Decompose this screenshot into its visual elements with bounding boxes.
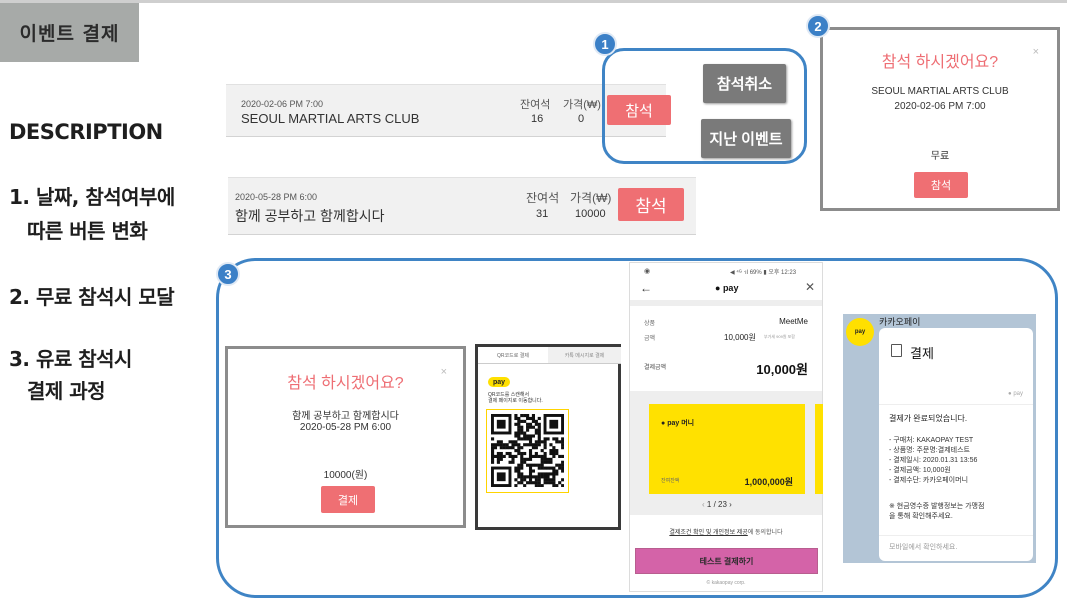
modal-event-name: SEOUL MARTIAL ARTS CLUB xyxy=(871,86,1009,97)
sender-name: 카카오페이 xyxy=(879,317,921,327)
price-value: 0 xyxy=(578,113,585,125)
top-divider xyxy=(0,0,1067,3)
payment-details: - 구매처: KAKAOPAY TEST - 상품명: 주문명:결제테스트 - … xyxy=(889,436,977,486)
terms-agreement: 결제조건 확인 및 개인정보 제공에 동의합니다 xyxy=(630,527,822,536)
seats-header: 잔여석 xyxy=(520,99,551,111)
event-name: 함께 공부하고 함께합시다 xyxy=(235,208,385,224)
desc-item-3b: 결제 과정 xyxy=(27,379,106,403)
test-pay-button[interactable]: 테스트 결제하기 xyxy=(635,548,818,574)
phone-footer: © kakaopay corp. xyxy=(706,580,746,586)
avatar-text: pay xyxy=(854,329,866,335)
step-badge-3: 3 xyxy=(216,262,240,286)
label-amount: 금액 xyxy=(644,336,656,342)
amount-value: 10,000원 xyxy=(724,333,756,342)
event-row-1: 2020-02-06 PM 7:00 SEOUL MARTIAL ARTS CL… xyxy=(226,84,666,137)
free-attend-modal: 참석 하시겠어요? × SEOUL MARTIAL ARTS CLUB 2020… xyxy=(820,27,1060,211)
product-value: MeetMe xyxy=(779,317,808,326)
label-product: 상품 xyxy=(644,321,656,327)
page-title: 이벤트 결제 xyxy=(19,23,120,45)
modal-pay-button[interactable]: 결제 xyxy=(321,486,375,513)
next-card-peek[interactable] xyxy=(815,404,823,494)
receipt-notice: ※ 현금영수증 발행정보는 가맹점 을 통해 확인해주세요. xyxy=(889,503,985,520)
paid-attend-modal: 참석 하시겠어요? × 함께 공부하고 함께합시다 2020-05-28 PM … xyxy=(225,346,466,528)
step-badge-2: 2 xyxy=(806,14,830,38)
detail-line: - 결제수단: 카카오페이머니 xyxy=(889,477,969,484)
kakaopay-qr-panel: QR코드로 결제 카톡 메시지로 결제 pay QR코드를 스캔해서 결제 페이… xyxy=(475,344,621,530)
mobile-check-link[interactable]: 모바일에서 확인하세요. xyxy=(889,542,957,552)
terms-suffix: 에 동의합니다 xyxy=(747,530,783,536)
seats-value: 31 xyxy=(536,208,549,220)
modal-title: 참석 하시겠어요? xyxy=(287,375,404,392)
section-divider xyxy=(630,300,822,306)
detail-line: - 결제금액: 10,000원 xyxy=(889,467,951,474)
event-name: SEOUL MARTIAL ARTS CLUB xyxy=(241,111,420,126)
close-icon[interactable]: ✕ xyxy=(805,280,815,294)
seats-header: 잔여석 xyxy=(526,191,560,205)
card-pager[interactable]: ‹ 1 / 23 › xyxy=(702,500,732,509)
detail-line: - 결제일시: 2020.01.31 13:56 xyxy=(889,457,978,464)
tab-kakaotalk[interactable]: 카톡 메시지로 결제 xyxy=(548,347,621,364)
modal-price: 10000(원) xyxy=(323,470,368,481)
pay-header-logo: ● pay xyxy=(715,283,739,293)
kakaopay-avatar: pay xyxy=(846,318,874,346)
desc-item-2: 2. 무료 참석시 모달 xyxy=(9,285,175,309)
modal-title: 참석 하시겠어요? xyxy=(881,54,999,71)
label-total: 결제금액 xyxy=(644,365,667,371)
pager-next-icon[interactable]: › xyxy=(729,500,732,509)
back-arrow-icon[interactable]: ← xyxy=(640,281,652,295)
desc-item-3: 3. 유료 참석시 xyxy=(9,347,132,371)
receipt-icon xyxy=(891,344,902,357)
kakaotalk-message: pay 카카오페이 결제 ● pay 결제가 완료되었습니다. - 구매처: K… xyxy=(843,314,1036,563)
pager-text: 1 / 23 xyxy=(706,500,727,509)
card-divider xyxy=(879,404,1033,405)
past-event-button[interactable]: 지난 이벤트 xyxy=(701,119,791,158)
attend-button-paid[interactable]: 참석 xyxy=(618,188,684,221)
complete-message: 결제가 완료되었습니다. xyxy=(889,414,968,423)
event-date: 2020-05-28 PM 6:00 xyxy=(235,192,318,202)
page-header: 이벤트 결제 xyxy=(0,3,139,62)
detail-line: - 구매처: KAKAOPAY TEST xyxy=(889,437,974,444)
qr-instruction-2: 결제 페이지로 이동합니다. xyxy=(488,398,543,404)
modal-datetime: 2020-02-06 PM 7:00 xyxy=(894,101,986,112)
price-header: 가격(₩) xyxy=(570,191,612,205)
step-badge-1: 1 xyxy=(593,32,617,56)
status-bar: ◀ ⁴ᴳ ᐧıl 69% ▮ 오후 12:23 xyxy=(730,270,797,276)
qr-code-frame xyxy=(486,409,569,493)
card-balance-label: 잔여잔액 xyxy=(661,478,680,484)
card-label: ● pay 머니 xyxy=(661,420,695,427)
qr-code xyxy=(491,414,564,487)
modal-datetime: 2020-05-28 PM 6:00 xyxy=(299,422,392,433)
event-date: 2020-02-06 PM 7:00 xyxy=(241,99,324,109)
cancel-attend-button[interactable]: 참석취소 xyxy=(703,64,786,103)
desc-item-1b: 따른 버튼 변화 xyxy=(27,219,148,243)
seats-value: 16 xyxy=(531,113,544,125)
kakaopay-logo: pay xyxy=(488,377,510,387)
price-header: 가격(₩) xyxy=(563,99,601,111)
card-divider xyxy=(879,535,1033,536)
modal-confirm-button[interactable]: 참석 xyxy=(914,172,968,198)
close-icon[interactable]: × xyxy=(1033,46,1039,58)
desc-item-1: 1. 날짜, 참석여부에 xyxy=(9,185,175,209)
brand-text: pay xyxy=(722,283,739,293)
total-value: 10,000원 xyxy=(756,362,808,377)
description-title: DESCRIPTION xyxy=(9,120,163,144)
status-menu-icon: ◉ xyxy=(644,268,651,275)
pay-money-card[interactable]: ● pay 머니 잔여잔액 1,000,000원 xyxy=(649,404,805,494)
detail-line: - 상품명: 주문명:결제테스트 xyxy=(889,447,970,454)
message-card: 결제 ● pay 결제가 완료되었습니다. - 구매처: KAKAOPAY TE… xyxy=(879,328,1033,561)
close-icon[interactable]: × xyxy=(441,366,447,378)
pager-prev-icon[interactable]: ‹ xyxy=(702,500,705,509)
kakaopay-phone-screen: ◉ ◀ ⁴ᴳ ᐧıl 69% ▮ 오후 12:23 ← ● pay ✕ 상품 M… xyxy=(629,262,823,592)
modal-event-name: 함께 공부하고 함께합시다 xyxy=(292,411,399,422)
card-balance: 1,000,000원 xyxy=(744,477,793,487)
terms-link[interactable]: 결제조건 확인 및 개인정보 제공 xyxy=(669,530,747,536)
card-title: 결제 xyxy=(910,346,934,361)
modal-price: 무료 xyxy=(930,151,950,162)
card-brand: ● pay xyxy=(1008,391,1023,397)
brand-text: pay xyxy=(492,378,506,386)
price-value: 10000 xyxy=(575,208,606,220)
tab-qr[interactable]: QR코드로 결제 xyxy=(478,347,548,364)
amount-note: 부가세 909원 포함 xyxy=(764,334,795,339)
